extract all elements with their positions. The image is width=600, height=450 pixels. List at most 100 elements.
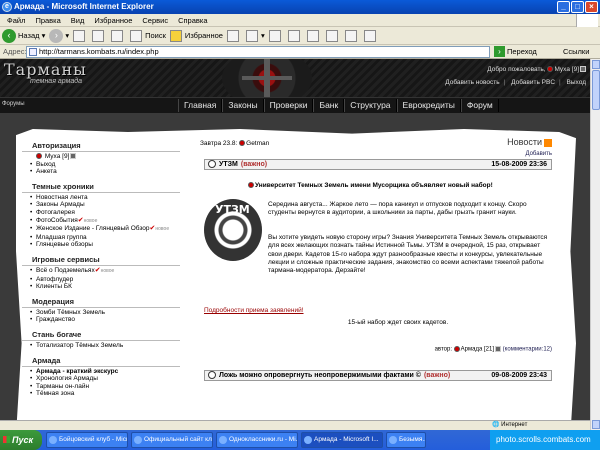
info-icon[interactable] — [70, 153, 77, 160]
address-input[interactable]: http://tarmans.kombats.ru/index.php — [26, 46, 490, 58]
stop-button[interactable] — [73, 29, 88, 42]
sidebar-item[interactable]: Тотализатор Тёмных Земель — [22, 342, 180, 350]
sidebar-item[interactable]: Автофлудер — [22, 276, 180, 284]
start-button[interactable]: Пуск — [0, 430, 42, 450]
logout-link[interactable]: Выход — [567, 79, 586, 86]
taskbar-item[interactable]: Безымя... — [386, 432, 426, 448]
back-button[interactable]: ‹ Назад ▾ — [2, 28, 45, 43]
sidebar-item[interactable]: ФотоСобытия — [36, 217, 78, 224]
sidebar-item[interactable]: Зомби Тёмных Земель — [22, 309, 180, 317]
menu-tools[interactable]: Сервис — [142, 16, 168, 25]
favorites-button[interactable]: Избранное — [169, 29, 223, 42]
nav-bank[interactable]: Банк — [313, 99, 345, 112]
nav-laws[interactable]: Законы — [222, 99, 264, 112]
go-button[interactable]: › Переход — [494, 46, 537, 57]
scroll-thumb[interactable] — [592, 70, 600, 110]
search-button[interactable]: Поиск — [130, 29, 166, 42]
add-news-link[interactable]: Добавить новость — [445, 79, 499, 86]
nav-main[interactable]: Главная — [178, 99, 223, 112]
sidebar-user[interactable]: Муха [9] — [45, 153, 70, 160]
details-link[interactable]: Подробности приема заявлений! — [204, 307, 304, 314]
clan-icon — [248, 182, 254, 189]
sidebar-item[interactable]: Тарманы он-лайн — [22, 383, 180, 391]
site-logo[interactable]: Тарманы — [4, 60, 87, 79]
address-bar: Адрес: http://tarmans.kombats.ru/index.p… — [0, 45, 600, 59]
scroll-down-icon[interactable] — [592, 420, 600, 429]
home-icon — [111, 29, 124, 42]
scroll-up-icon[interactable] — [592, 60, 600, 69]
go-arrow-icon: › — [494, 46, 505, 57]
sidebar-games: Игровые сервисы Всё о Подземельях✔новое … — [22, 255, 180, 291]
messenger-button[interactable] — [306, 29, 322, 42]
page-icon — [29, 48, 37, 56]
back-arrow-icon: ‹ — [2, 28, 16, 43]
post-header: УТЗМ (важно) 15-08-2009 23:36 — [204, 159, 552, 170]
edit-icon — [287, 29, 300, 42]
refresh-button[interactable] — [92, 29, 107, 42]
links-button[interactable]: Ссылки — [563, 47, 589, 56]
sidebar-item[interactable]: Армада - краткий экскурс — [36, 368, 118, 375]
taskbar-item[interactable]: Бойцовский клуб - Micr... — [46, 432, 128, 448]
user-name[interactable]: Муха [9] — [554, 66, 579, 73]
messenger-icon — [306, 29, 319, 42]
web-page: Тарманы темная армада Добро пожаловать, … — [0, 59, 590, 430]
nav-forum[interactable]: Форум — [460, 99, 499, 112]
sidebar-item[interactable]: Всё о Подземельях — [36, 267, 95, 274]
tool-icon — [344, 29, 357, 42]
post-header: Ложь можно опровергнуть неопровержимыми … — [204, 370, 552, 381]
tool-button-3[interactable] — [363, 29, 379, 42]
nav-checks[interactable]: Проверки — [263, 99, 314, 112]
taskbar-item-active[interactable]: Армада - Microsoft I... — [301, 432, 383, 448]
menu-favorites[interactable]: Избранное — [94, 16, 132, 25]
tool-button-2[interactable] — [344, 29, 360, 42]
comments-link[interactable]: (комментарии:12) — [503, 347, 552, 353]
sidebar-item[interactable]: Глянцевые обзоры — [22, 241, 180, 249]
nav-structure[interactable]: Структура — [344, 99, 397, 112]
sidebar-item[interactable]: Фотогалерея — [22, 209, 180, 217]
maximize-button[interactable]: □ — [571, 1, 584, 13]
menu-file[interactable]: Файл — [7, 16, 25, 25]
menu-view[interactable]: Вид — [71, 16, 85, 25]
sidebar-item[interactable]: Тёмная зона — [22, 390, 180, 398]
nav-eurocredits[interactable]: Еврокредиты — [396, 99, 461, 112]
forums-link[interactable]: Форумы — [2, 101, 25, 107]
sidebar: Авторизация Муха [9] Выход Анкета Темные… — [22, 135, 180, 430]
clan-icon — [547, 66, 554, 73]
menu-help[interactable]: Справка — [178, 16, 207, 25]
rss-icon[interactable] — [544, 138, 552, 147]
forward-button[interactable]: › ▾ — [49, 28, 69, 43]
home-button[interactable] — [111, 29, 126, 42]
tomorrow-user[interactable]: Getman — [246, 140, 269, 147]
info-icon[interactable] — [495, 346, 501, 352]
add-pbc-link[interactable]: Добавить PBC — [511, 79, 555, 86]
sidebar-item[interactable]: Гражданство — [22, 316, 180, 324]
tool-button-1[interactable] — [325, 29, 341, 42]
minimize-button[interactable]: _ — [557, 1, 570, 13]
search-icon — [130, 29, 143, 42]
vertical-scrollbar[interactable] — [590, 59, 600, 430]
sidebar-item[interactable]: Женское Издание - Глянцевый Обзор — [36, 225, 150, 232]
main-content: Завтра 23.8: Getman Новости Добавить УТЗ… — [194, 137, 562, 430]
author-link[interactable]: Армада [21] — [461, 347, 494, 353]
star-icon — [169, 29, 182, 42]
print-button[interactable] — [268, 29, 284, 42]
taskbar-item[interactable]: Одноклассники.ru - Mi... — [216, 432, 298, 448]
sidebar-logout[interactable]: Выход — [22, 161, 180, 169]
sidebar-item[interactable]: Хронология Армады — [22, 375, 180, 383]
internet-zone: 🌐 Интернет — [492, 422, 528, 428]
mail-button[interactable]: ▾ — [245, 29, 265, 42]
sidebar-item[interactable]: Законы Армады — [22, 201, 180, 209]
info-icon[interactable] — [580, 66, 586, 73]
new-badge: новое — [83, 217, 98, 224]
menu-edit[interactable]: Правка — [35, 16, 60, 25]
close-button[interactable]: × — [585, 1, 598, 13]
new-badge: новое — [100, 267, 115, 274]
history-button[interactable] — [226, 29, 242, 42]
taskbar-item[interactable]: Официальный сайт кла... — [131, 432, 213, 448]
add-news-button[interactable]: Добавить — [525, 151, 552, 157]
sidebar-profile[interactable]: Анкета — [22, 168, 180, 176]
sidebar-item[interactable]: Новостная лента — [22, 194, 180, 202]
sidebar-item[interactable]: Клиенты БК — [22, 283, 180, 291]
edit-button[interactable] — [287, 29, 303, 42]
post-paragraph: Вы хотите увидеть новую сторону игры? Зн… — [268, 234, 548, 275]
